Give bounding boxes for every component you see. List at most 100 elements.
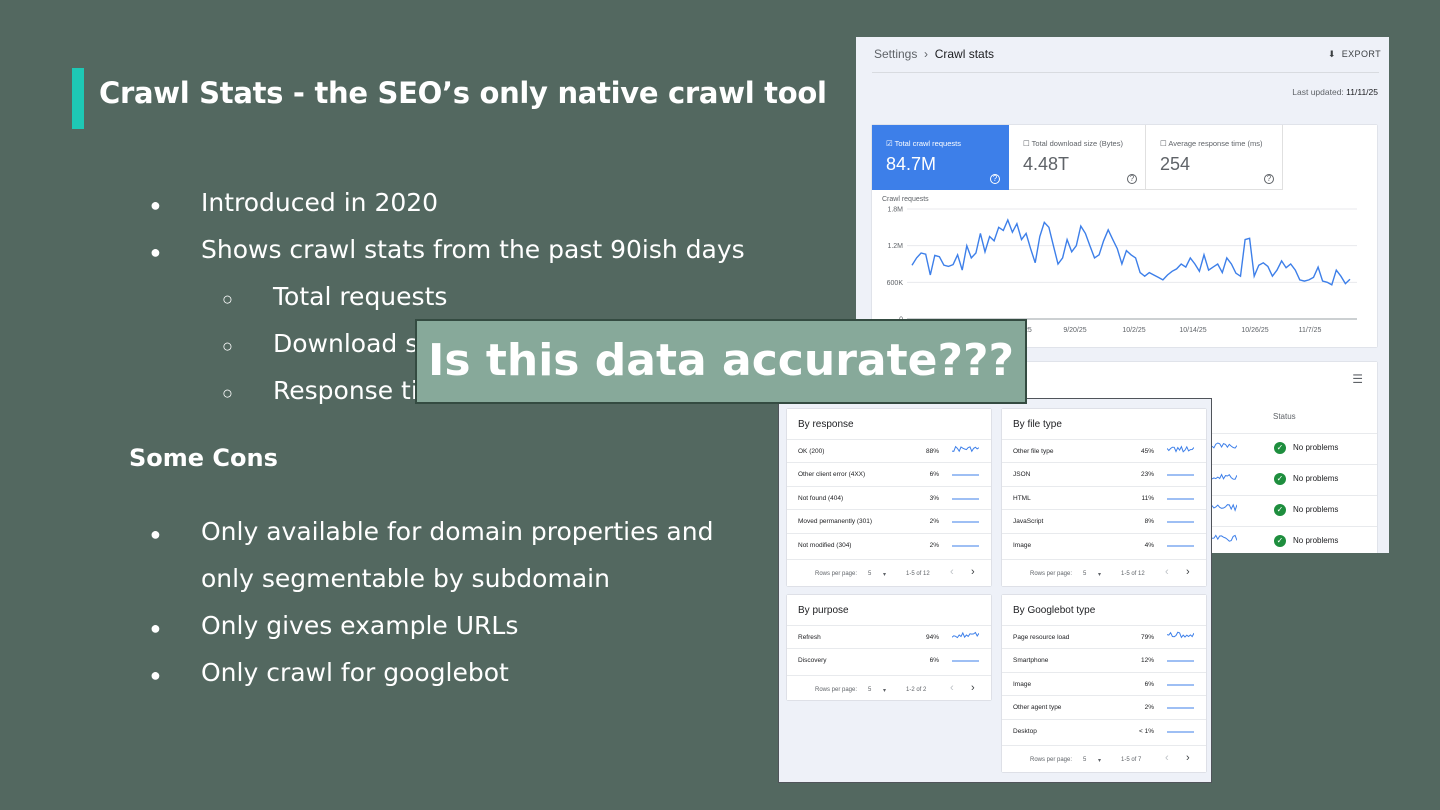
card-title: By file type (1013, 419, 1062, 430)
caret-down-icon[interactable]: ▾ (1098, 757, 1101, 764)
row-label: Page resource load (1013, 634, 1070, 641)
metric-total-crawl-requests[interactable]: ☑ Total crawl requests 84.7M ? (872, 125, 1009, 190)
sub-bullet-text: Response ti (273, 376, 418, 405)
overlay-banner: Is this data accurate??? (415, 319, 1027, 404)
row-percent: 94% (925, 634, 939, 641)
row-percent: 2% (929, 518, 939, 526)
rows-per-page-select[interactable]: 5 (868, 571, 871, 577)
header-divider (872, 72, 1379, 73)
breadcrumb-settings[interactable]: Settings (874, 47, 917, 61)
by-file-type-card: By file type Other file type 45% JSON 23% HTM… (1002, 409, 1206, 586)
chevron-right-icon[interactable]: › (1186, 752, 1190, 764)
rows-per-page-label: Rows per page: (815, 571, 858, 577)
status-text: No problems (1293, 505, 1339, 514)
host-status-row[interactable]: ✓ No problems (1212, 495, 1377, 526)
breakdown-row[interactable]: Refresh 94% (787, 625, 991, 648)
host-status-row[interactable]: ✓ No problems (1212, 433, 1377, 464)
row-label: Not found (404) (798, 494, 844, 502)
breakdown-row[interactable]: Moved permanently (301) 2% (787, 509, 991, 532)
by-response-card: By response OK (200) 88% Other client error… (787, 409, 991, 586)
sparkline (1167, 445, 1194, 453)
breakdown-row[interactable]: JSON 23% (1002, 462, 1206, 485)
check-circle-icon: ✓ (1274, 473, 1286, 485)
cons-text: Only gives example URLs (201, 611, 519, 640)
rows-per-page-select[interactable]: 5 (1083, 757, 1086, 763)
row-percent: 6% (1144, 680, 1154, 688)
metric-label: ☐ Average response time (ms) (1160, 139, 1263, 148)
chevron-right-icon[interactable]: › (971, 682, 975, 694)
metric-value: 254 (1160, 154, 1191, 174)
sparkline (952, 521, 979, 523)
cons-text: Only available for domain properties and (201, 517, 714, 546)
breakdown-row[interactable]: Other file type 45% (1002, 439, 1206, 462)
row-percent: 2% (1144, 704, 1154, 712)
help-icon[interactable]: ? (990, 174, 1000, 184)
card-title: By response (798, 419, 854, 430)
chart-ylabel: Crawl requests (882, 196, 929, 203)
row-percent: 11% (1141, 494, 1154, 502)
caret-down-icon[interactable]: ▾ (1098, 571, 1101, 578)
rows-per-page-label: Rows per page: (815, 686, 858, 693)
row-label: Refresh (798, 634, 821, 641)
row-percent: 3% (929, 494, 939, 502)
crawl-breakdown-screenshot: By response OK (200) 88% Other client error… (778, 398, 1212, 783)
chart-y-tick: 1.2M (887, 243, 903, 250)
row-label: Discovery (798, 657, 827, 665)
breakdown-row[interactable]: Image 4% (1002, 532, 1206, 556)
chevron-left-icon[interactable]: ‹ (950, 566, 954, 578)
breakdown-row[interactable]: Not modified (304) 2% (787, 532, 991, 556)
host-status-row[interactable]: ✓ No problems (1212, 526, 1377, 553)
row-percent: 45% (1140, 448, 1154, 455)
rows-per-page-select[interactable]: 5 (1083, 571, 1086, 577)
breakdown-row[interactable]: Other agent type 2% (1002, 695, 1206, 718)
breakdown-row[interactable]: OK (200) 88% (787, 439, 991, 462)
breakdown-row[interactable]: Not found (404) 3% (787, 485, 991, 509)
chevron-left-icon[interactable]: ‹ (950, 682, 954, 694)
row-percent: 88% (925, 448, 939, 455)
metric-average-response-time[interactable]: ☐ Average response time (ms) 254 ? (1146, 125, 1283, 190)
rows-per-page-select[interactable]: 5 (868, 687, 871, 693)
filter-icon[interactable]: ☰ (1352, 372, 1363, 386)
by-googlebot-type-card: By Googlebot type Page resource load 79% Sm… (1002, 595, 1206, 772)
row-percent: < 1% (1139, 727, 1154, 735)
last-updated-value: 11/11/25 (1346, 87, 1378, 97)
sub-bullet-text: Total requests (273, 282, 448, 311)
breakdown-row[interactable]: JavaScript 8% (1002, 509, 1206, 532)
pagination: Rows per page: 5 ▾ 1-2 of 2 ‹ › (787, 674, 991, 705)
rows-per-page-label: Rows per page: (1030, 571, 1073, 577)
export-button[interactable]: ⬇ EXPORT (1328, 49, 1381, 60)
row-label: Moved permanently (301) (798, 518, 873, 526)
status-text: No problems (1293, 474, 1339, 483)
row-label: Image (1013, 680, 1032, 688)
sparkline (1167, 498, 1194, 500)
breakdown-row[interactable]: Desktop < 1% (1002, 718, 1206, 742)
metric-total-download-size[interactable]: ☐ Total download size (Bytes) 4.48T ? (1009, 125, 1146, 190)
chevron-right-icon[interactable]: › (1186, 566, 1190, 578)
sparkline (1167, 631, 1194, 639)
chart-y-tick: 1.8M (887, 207, 903, 214)
breakdown-row[interactable]: Image 6% (1002, 671, 1206, 695)
breakdown-row[interactable]: Other client error (4XX) 6% (787, 462, 991, 485)
bullet-dot-icon: ● (150, 195, 161, 215)
status-text: No problems (1293, 536, 1339, 545)
breakdown-row[interactable]: Page resource load 79% (1002, 625, 1206, 648)
help-icon[interactable]: ? (1264, 174, 1274, 184)
chevron-right-icon[interactable]: › (971, 566, 975, 578)
sparkline (1167, 521, 1194, 523)
breakdown-row[interactable]: HTML 11% (1002, 485, 1206, 509)
caret-down-icon[interactable]: ▾ (883, 571, 886, 578)
export-label: EXPORT (1341, 49, 1381, 59)
breakdown-row[interactable]: Smartphone 12% (1002, 648, 1206, 671)
row-percent: 8% (1144, 518, 1154, 526)
bullet-dot-icon: ● (150, 665, 161, 685)
breakdown-row[interactable]: Discovery 6% (787, 648, 991, 671)
chevron-left-icon[interactable]: ‹ (1165, 752, 1169, 764)
host-status-row[interactable]: ✓ No problems (1212, 464, 1377, 495)
cons-text: Only crawl for googlebot (201, 658, 509, 687)
page-range: 1-5 of 12 (1121, 571, 1145, 577)
help-icon[interactable]: ? (1127, 174, 1137, 184)
caret-down-icon[interactable]: ▾ (883, 687, 886, 694)
chart-x-tick: 10/2/25 (1122, 327, 1145, 334)
chevron-left-icon[interactable]: ‹ (1165, 566, 1169, 578)
row-label: JSON (1013, 471, 1031, 479)
